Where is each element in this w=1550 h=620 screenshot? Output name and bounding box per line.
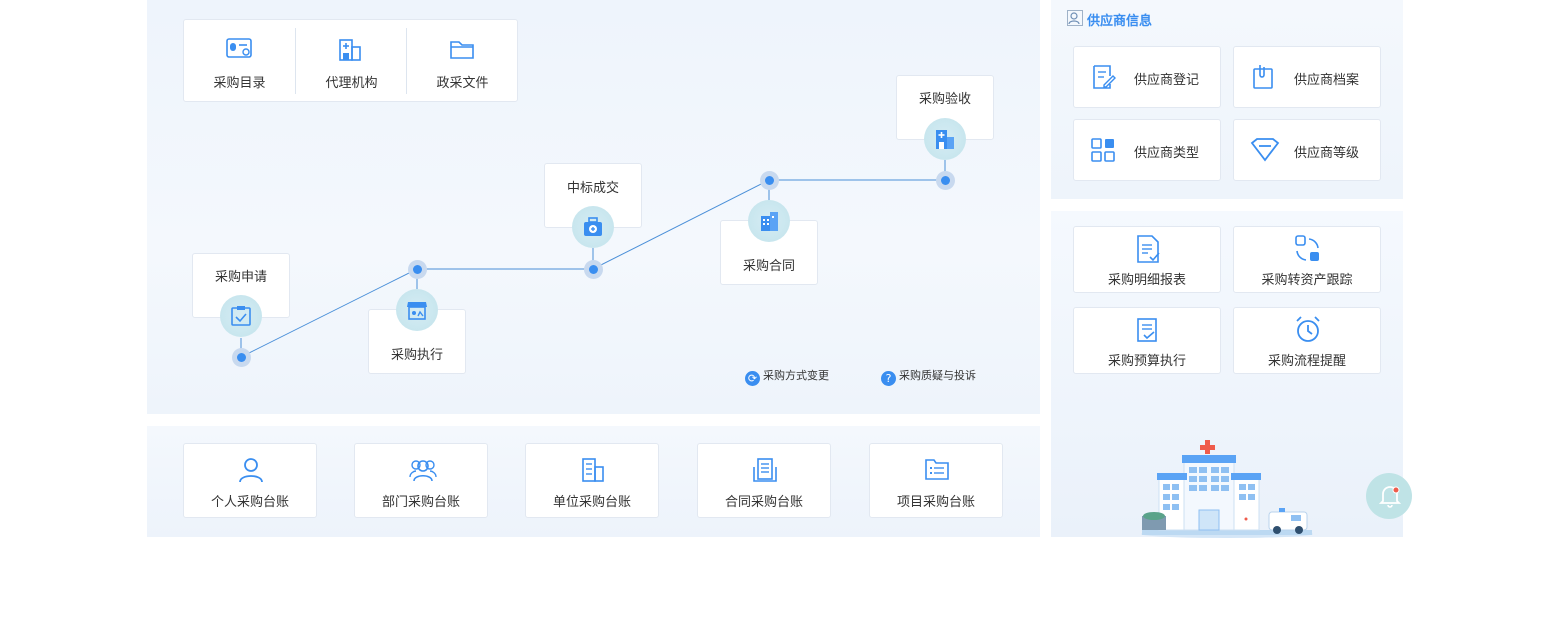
supplier-title: 供应商信息	[1087, 14, 1153, 29]
node-icon-bg	[748, 200, 790, 242]
office-icon	[582, 458, 604, 482]
method-change-link[interactable]: ⟳ 采购方式变更	[745, 367, 829, 386]
supplier-panel: 供应商信息 供应商登记 供应商档案 供应商类型 供应商等级	[1051, 0, 1403, 199]
report-label: 采购明细报表	[1107, 273, 1186, 288]
report-check-icon	[1137, 235, 1160, 263]
report-asset-tracking-card[interactable]: 采购转资产跟踪	[1233, 226, 1381, 293]
diamond-icon	[1250, 138, 1280, 162]
report-reminder-card[interactable]: 采购流程提醒	[1233, 307, 1381, 374]
reports-panel: 采购明细报表 采购转资产跟踪 采购预算执行 采购流程提醒	[1051, 211, 1412, 538]
grid-icon	[1091, 138, 1115, 162]
node-icon-bg	[220, 295, 262, 337]
flow-dot	[408, 260, 427, 279]
node-label: 采购合同	[742, 259, 795, 274]
bell-icon	[1379, 486, 1401, 508]
node-label: 采购验收	[918, 92, 971, 107]
ledger-panel: 个人采购台账 部门采购台账 单位采购台账 合同采购台账 项目采购台账	[147, 426, 1040, 537]
flow-dot	[584, 260, 603, 279]
ledger-label: 单位采购台账	[552, 495, 631, 510]
supplier-item-label: 供应商等级	[1294, 146, 1360, 161]
hospital-building-icon	[936, 130, 954, 149]
edit-form-icon	[1093, 65, 1116, 89]
supplier-item-label: 供应商登记	[1134, 73, 1200, 88]
legend-label: 采购方式变更	[763, 369, 829, 382]
report-label: 采购转资产跟踪	[1261, 273, 1353, 288]
supplier-register-card[interactable]: 供应商登记	[1073, 46, 1221, 108]
procurement-flow-panel: 采购目录 代理机构 政采文件 采购申请 采购执行 中标成交 采购合同 采购验收 …	[147, 0, 1040, 414]
flow-dot	[936, 171, 955, 190]
node-icon-bg	[572, 206, 614, 248]
notification-button[interactable]	[1366, 473, 1412, 519]
person-icon	[239, 458, 263, 483]
report-label: 采购预算执行	[1107, 354, 1186, 369]
budget-check-icon	[1137, 318, 1157, 342]
flow-dot	[760, 171, 779, 190]
supplier-item-label: 供应商档案	[1294, 73, 1360, 88]
node-label: 采购申请	[214, 270, 267, 285]
project-ledger-card[interactable]: 项目采购台账	[869, 443, 1003, 518]
node-icon-bg	[396, 289, 438, 331]
document-stack-icon	[753, 458, 777, 482]
cycle-icon	[1295, 235, 1319, 261]
flow-dot	[232, 348, 251, 367]
ledger-label: 项目采购台账	[896, 495, 975, 510]
contract-ledger-card[interactable]: 合同采购台账	[697, 443, 831, 518]
unit-ledger-card[interactable]: 单位采购台账	[525, 443, 659, 518]
report-label: 采购流程提醒	[1267, 354, 1346, 369]
report-budget-card[interactable]: 采购预算执行	[1073, 307, 1221, 374]
buildings-icon	[761, 212, 778, 231]
hospital-illustration	[1141, 440, 1313, 538]
report-detail-card[interactable]: 采购明细报表	[1073, 226, 1221, 293]
complaint-link[interactable]: ? 采购质疑与投诉	[881, 367, 976, 386]
supplier-type-card[interactable]: 供应商类型	[1073, 119, 1221, 181]
personal-ledger-card[interactable]: 个人采购台账	[183, 443, 317, 518]
node-label: 采购执行	[390, 348, 443, 363]
legend-label: 采购质疑与投诉	[899, 369, 976, 382]
node-icon-bg	[924, 118, 966, 160]
supplier-archive-card[interactable]: 供应商档案	[1233, 46, 1381, 108]
refresh-icon: ⟳	[745, 371, 760, 386]
alarm-clock-icon	[1296, 316, 1320, 342]
file-clip-icon	[1253, 65, 1273, 89]
ledger-label: 部门采购台账	[381, 495, 460, 510]
supplier-item-label: 供应商类型	[1134, 146, 1200, 161]
clipboard-check-icon	[231, 306, 251, 326]
group-icon	[409, 460, 437, 482]
storefront-icon	[407, 302, 427, 320]
list-folder-icon	[925, 459, 949, 480]
question-icon: ?	[881, 371, 896, 386]
supplier-level-card[interactable]: 供应商等级	[1233, 119, 1381, 181]
node-label: 中标成交	[566, 181, 619, 196]
department-ledger-card[interactable]: 部门采购台账	[354, 443, 488, 518]
medical-kit-icon	[584, 217, 602, 236]
ledger-label: 合同采购台账	[724, 495, 803, 510]
supplier-user-icon	[1067, 10, 1083, 26]
ledger-label: 个人采购台账	[210, 495, 289, 510]
